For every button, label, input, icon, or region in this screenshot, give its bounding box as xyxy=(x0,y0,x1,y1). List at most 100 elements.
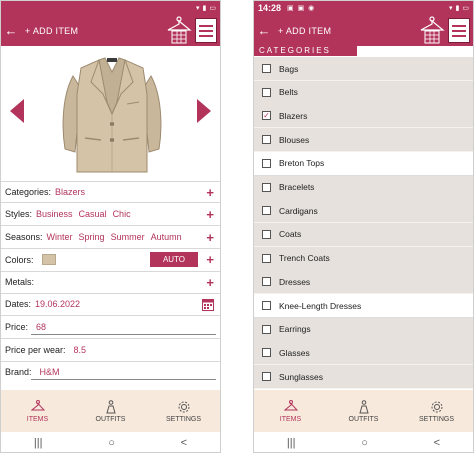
hanger-logo-icon xyxy=(420,16,445,44)
metals-label: Metals: xyxy=(5,277,35,287)
calendar-icon[interactable] xyxy=(202,298,214,311)
checkbox[interactable] xyxy=(262,348,271,358)
category-item[interactable]: Sunglasses xyxy=(254,365,473,390)
divider xyxy=(1,181,220,182)
category-item-label: Bracelets xyxy=(279,182,315,192)
brand-field-underline xyxy=(31,379,216,380)
outfit-icon xyxy=(358,399,369,413)
category-item[interactable]: Knee-Length Dresses xyxy=(254,294,473,318)
styles-label: Styles: xyxy=(5,209,33,219)
wifi-icon: ▾ xyxy=(196,5,200,12)
checkbox[interactable] xyxy=(262,229,271,239)
home-button[interactable]: ○ xyxy=(361,437,368,449)
recents-button[interactable]: ||| xyxy=(287,437,296,449)
menu-icon-bar xyxy=(199,24,213,27)
checkbox[interactable] xyxy=(262,64,271,73)
system-back-button[interactable]: < xyxy=(181,437,187,449)
system-back-button[interactable]: < xyxy=(434,437,440,449)
categories-screen: 14:28 ▣ ▣ ◉ ▾ ▮ ▭ ← + ADD ITEM CATEGORIE… xyxy=(253,0,474,453)
style-value: Casual xyxy=(78,209,107,219)
add-style-plus-icon[interactable]: + xyxy=(206,207,214,222)
nav-settings-label: SETTINGS xyxy=(165,415,201,423)
price-row: Price: 68 xyxy=(1,320,220,334)
category-item[interactable]: Glasses xyxy=(254,341,473,366)
category-item-label: Bags xyxy=(279,63,299,74)
checkbox[interactable] xyxy=(262,372,271,382)
checkbox[interactable] xyxy=(262,135,271,145)
category-item[interactable]: Bracelets xyxy=(254,175,473,200)
add-season-plus-icon[interactable]: + xyxy=(206,230,214,245)
style-value: Chic xyxy=(112,209,131,219)
styles-row: Styles: Business Casual Chic + xyxy=(1,207,220,222)
divider xyxy=(1,202,220,203)
checkbox[interactable] xyxy=(262,277,271,287)
previous-photo-arrow-icon[interactable] xyxy=(10,99,24,123)
category-item[interactable]: Blouses xyxy=(254,128,473,153)
add-item-button[interactable]: + ADD ITEM xyxy=(25,26,78,36)
checkbox[interactable] xyxy=(262,182,271,192)
price-field[interactable]: 68 xyxy=(36,322,46,332)
checkbox[interactable] xyxy=(262,206,271,216)
nav-settings[interactable]: SETTINGS xyxy=(407,400,467,423)
category-item[interactable]: Earrings xyxy=(254,317,473,342)
category-item[interactable]: Dresses xyxy=(254,270,473,295)
checkbox[interactable]: ✓ xyxy=(262,111,271,121)
category-item[interactable]: Belts xyxy=(254,80,473,105)
divider xyxy=(1,293,220,294)
category-item[interactable]: ✓ Blazers xyxy=(254,104,473,129)
categories-label: Categories: xyxy=(5,187,52,197)
style-value: Business xyxy=(36,209,73,219)
outfit-icon xyxy=(105,399,116,413)
nav-settings[interactable]: SETTINGS xyxy=(154,400,214,423)
item-photo-area xyxy=(1,46,220,181)
nav-outfits[interactable]: OUTFITS xyxy=(334,399,394,423)
add-metal-plus-icon[interactable]: + xyxy=(206,275,214,290)
checkbox[interactable] xyxy=(262,324,271,334)
hanger-logo-icon xyxy=(167,16,192,44)
season-value: Summer xyxy=(110,232,145,242)
nav-items[interactable]: ITEMS xyxy=(261,399,321,423)
menu-icon-bar xyxy=(199,29,213,32)
divider xyxy=(1,248,220,249)
date-value[interactable]: 19.06.2022 xyxy=(35,299,80,309)
price-per-wear-row: Price per wear: 8.5 xyxy=(1,343,220,357)
brand-field[interactable]: H&M xyxy=(40,367,60,377)
menu-button[interactable] xyxy=(448,18,470,43)
auto-color-button[interactable]: AUTO xyxy=(150,252,198,267)
battery-icon: ▭ xyxy=(209,5,216,12)
checkbox[interactable] xyxy=(262,87,271,97)
category-item[interactable]: Coats xyxy=(254,222,473,247)
recents-button[interactable]: ||| xyxy=(34,437,43,449)
nav-outfits-label: OUTFITS xyxy=(95,415,126,423)
nav-settings-label: SETTINGS xyxy=(418,415,454,423)
checkbox[interactable] xyxy=(262,301,271,310)
status-bar: ▾ ▮ ▭ xyxy=(1,1,220,15)
category-item-label: Glasses xyxy=(279,347,310,358)
add-category-plus-icon[interactable]: + xyxy=(206,185,214,200)
nav-outfits-label: OUTFITS xyxy=(348,415,379,423)
category-item-label: Dresses xyxy=(279,276,311,287)
nav-items[interactable]: ITEMS xyxy=(8,399,68,423)
category-item[interactable]: Trench Coats xyxy=(254,246,473,271)
category-item[interactable]: Cardigans xyxy=(254,199,473,224)
nav-items-label: ITEMS xyxy=(279,415,302,423)
signal-icon: ▮ xyxy=(202,5,207,12)
add-color-plus-icon[interactable]: + xyxy=(206,252,214,267)
back-arrow-icon[interactable]: ← xyxy=(254,23,274,38)
next-photo-arrow-icon[interactable] xyxy=(197,99,211,123)
nav-outfits[interactable]: OUTFITS xyxy=(81,399,141,423)
checkbox[interactable] xyxy=(262,158,271,168)
category-item[interactable]: Breton Tops xyxy=(254,151,473,176)
category-item-label: Earrings xyxy=(279,324,311,335)
hanger-icon xyxy=(283,399,298,410)
checkbox[interactable] xyxy=(262,253,271,263)
color-swatch[interactable] xyxy=(41,254,56,265)
category-item[interactable]: Bags xyxy=(254,57,473,81)
back-arrow-icon[interactable]: ← xyxy=(1,23,21,38)
menu-button[interactable] xyxy=(195,18,217,43)
dates-label: Dates: xyxy=(5,299,32,309)
blazer-photo[interactable] xyxy=(55,54,169,176)
add-item-button[interactable]: + ADD ITEM xyxy=(278,26,331,36)
home-button[interactable]: ○ xyxy=(108,437,115,449)
notification-icons: ▣ ▣ ◉ xyxy=(287,5,316,12)
